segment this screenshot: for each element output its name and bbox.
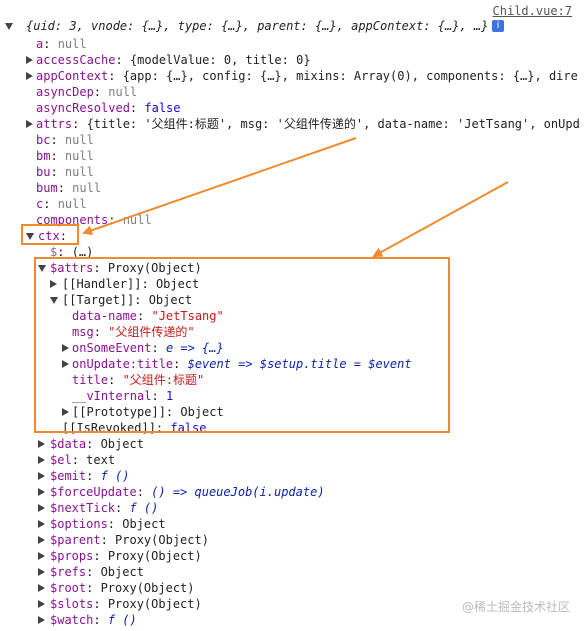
prop-row[interactable]: $emit: f (): [38, 468, 129, 484]
expand-triangle-icon[interactable]: [38, 584, 45, 592]
expand-triangle-icon[interactable]: [38, 616, 45, 624]
prop-row[interactable]: asyncResolved: false: [36, 100, 181, 116]
expand-triangle-icon[interactable]: [38, 536, 45, 544]
prop-row[interactable]: $data: Object: [38, 436, 144, 452]
expand-triangle-icon[interactable]: [38, 440, 45, 448]
expand-triangle-icon[interactable]: [38, 488, 45, 496]
prop-row[interactable]: $options: Object: [38, 516, 166, 532]
watermark: @稀土掘金技术社区: [461, 600, 570, 614]
prop-row[interactable]: $nextTick: f (): [38, 500, 158, 516]
prop-row[interactable]: bm: null: [36, 148, 94, 164]
prop-row[interactable]: $forceUpdate: () => queueJob(i.update): [38, 484, 325, 500]
prop-row[interactable]: a: null: [36, 36, 87, 52]
prop-row[interactable]: accessCache: {modelValue: 0, title: 0}: [26, 52, 586, 68]
prop-row[interactable]: $props: Proxy(Object): [38, 548, 202, 564]
arrow-to-attrs: [372, 181, 509, 257]
source-file-link[interactable]: Child.vue:7: [493, 4, 572, 18]
expand-triangle-icon[interactable]: [38, 600, 45, 608]
expand-triangle-icon[interactable]: [26, 56, 33, 64]
attrs-highlight-box: [34, 257, 450, 433]
prop-row[interactable]: asyncDep: null: [36, 84, 137, 100]
prop-row[interactable]: $parent: Proxy(Object): [38, 532, 209, 548]
prop-row[interactable]: bu: null: [36, 164, 94, 180]
prop-row[interactable]: attrs: {title: '父组件:标题', msg: '父组件传递的', …: [26, 116, 586, 132]
expand-triangle-icon[interactable]: [38, 456, 45, 464]
expand-triangle-icon[interactable]: [26, 72, 33, 80]
expand-triangle-icon[interactable]: [38, 520, 45, 528]
prop-row[interactable]: c: null: [36, 196, 87, 212]
prop-row[interactable]: $watch: f (): [38, 612, 137, 628]
prop-row[interactable]: $el: text: [38, 452, 115, 468]
prop-row[interactable]: $slots: Proxy(Object): [38, 596, 202, 612]
ctx-highlight-box: [21, 224, 79, 245]
prop-row[interactable]: $root: Proxy(Object): [38, 580, 195, 596]
object-summary: {uid: 3, vnode: {…}, type: {…}, parent: …: [26, 19, 489, 33]
console-object-header[interactable]: {uid: 3, vnode: {…}, type: {…}, parent: …: [0, 18, 586, 34]
info-icon[interactable]: i: [492, 20, 504, 32]
expand-triangle-icon[interactable]: [38, 568, 45, 576]
expand-triangle-icon[interactable]: [38, 504, 45, 512]
prop-row[interactable]: appContext: {app: {…}, config: {…}, mixi…: [26, 68, 586, 84]
prop-row[interactable]: $refs: Object: [38, 564, 144, 580]
expand-triangle-icon[interactable]: [5, 23, 13, 30]
prop-row[interactable]: bum: null: [36, 180, 101, 196]
expand-triangle-icon[interactable]: [26, 120, 33, 128]
expand-triangle-icon[interactable]: [38, 552, 45, 560]
expand-triangle-icon[interactable]: [38, 472, 45, 480]
prop-row[interactable]: bc: null: [36, 132, 94, 148]
